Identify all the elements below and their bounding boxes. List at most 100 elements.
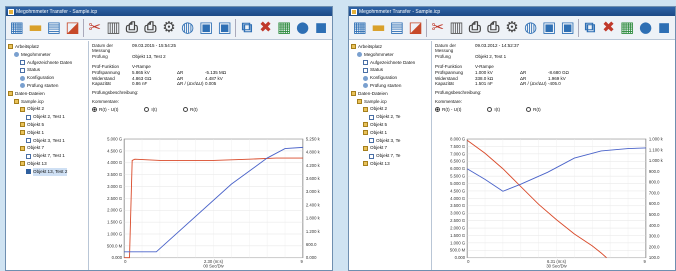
- y-left-tick-label: 2.000 G: [450, 225, 465, 230]
- title-bar[interactable]: Megohmmeter Transfer - Sample.icp: [6, 7, 332, 16]
- scissors-icon[interactable]: ✂: [430, 18, 446, 37]
- excel-icon[interactable]: ▦: [276, 18, 292, 37]
- tree-item[interactable]: Megohmmeter: [8, 51, 86, 59]
- folder-icon[interactable]: ▬: [28, 18, 44, 37]
- tree-item[interactable]: Objekt 7, Test 1: [8, 152, 86, 160]
- title-bar[interactable]: Megohmmeter Transfer - Sample.icp: [349, 7, 675, 16]
- tree-item[interactable]: Aufgezeichnete Daten: [8, 59, 86, 67]
- view-radio-group: R(t) - U(t) I(t) R(t): [435, 106, 672, 112]
- tree-item[interactable]: Megohmmeter: [351, 51, 429, 59]
- info-icon[interactable]: ◼: [313, 18, 329, 37]
- y-left-tick-label: 5.000 G: [107, 137, 122, 141]
- tree-item[interactable]: Daten-Dateien: [351, 90, 429, 98]
- view-radio[interactable]: I(t): [144, 106, 157, 112]
- save-icon[interactable]: ▤: [389, 18, 405, 37]
- y-right-tick-label: 4.200 k: [306, 163, 321, 168]
- row-label: [177, 64, 205, 69]
- tree-item[interactable]: Objekt 2, Te: [351, 113, 429, 121]
- tree-item[interactable]: Prüfung starten: [351, 82, 429, 90]
- x-tick-label: 0: [124, 259, 127, 264]
- copy-icon[interactable]: ⧉: [582, 18, 598, 37]
- print-icon[interactable]: ⎙: [124, 18, 140, 37]
- print-preview-icon[interactable]: ⎙: [486, 18, 502, 37]
- tree-item[interactable]: Objekt 7, Te: [351, 152, 429, 160]
- document-icon: [26, 169, 31, 175]
- tree-item[interactable]: Arbeitsplatz: [8, 43, 86, 51]
- row-label: Prüf-Funktion: [435, 63, 463, 69]
- delete-icon[interactable]: ✖: [601, 18, 617, 37]
- row-value: -5.135 MΩ: [205, 69, 227, 75]
- view-radio[interactable]: I(t): [487, 106, 500, 112]
- y-right-tick-label: 800.0: [649, 180, 660, 185]
- tree-item-label: Objekt 2: [370, 106, 388, 112]
- tree-item[interactable]: Objekt 13, Test 2: [8, 167, 86, 176]
- excel-icon[interactable]: ▦: [619, 18, 635, 37]
- tree-item[interactable]: Objekt 3, Te: [351, 137, 429, 145]
- tree-item-label: Daten-Dateien: [358, 90, 388, 96]
- window-right: Megohmmeter Transfer - Sample.icp ▦ ▬ ▤ …: [348, 6, 676, 271]
- tree-item-label: Status: [370, 67, 384, 73]
- print-setup-icon[interactable]: ⚙: [504, 18, 520, 37]
- save-icon[interactable]: ▤: [46, 18, 62, 37]
- tree-item[interactable]: Objekt 2: [351, 105, 429, 113]
- meter-icon[interactable]: ◍: [180, 18, 196, 37]
- copy-icon[interactable]: ⧉: [239, 18, 255, 37]
- tree-item[interactable]: Objekt 7: [351, 144, 429, 152]
- row-label: ΔR: [520, 69, 527, 75]
- view-radio[interactable]: R(t): [183, 106, 198, 112]
- y-left-tick-label: 3.500 G: [450, 203, 465, 208]
- globe-icon[interactable]: ●: [295, 18, 311, 37]
- tree-item[interactable]: Objekt 13: [351, 160, 429, 168]
- tree-item[interactable]: Status: [8, 66, 86, 74]
- tree-item[interactable]: Konfiguration: [8, 74, 86, 82]
- trash-icon[interactable]: ▥: [449, 18, 465, 37]
- tree-item[interactable]: Objekt 3, Test 1: [8, 137, 86, 145]
- open-icon[interactable]: ▦: [352, 18, 368, 37]
- radio-dot: [183, 106, 189, 112]
- tree-item[interactable]: Arbeitsplatz: [351, 43, 429, 51]
- tree-item[interactable]: Objekt 13: [8, 160, 86, 168]
- tree-item[interactable]: Objekt 7: [8, 144, 86, 152]
- tree-item[interactable]: Objekt 1: [8, 129, 86, 137]
- y-left-tick-label: 500.0 M: [450, 248, 466, 253]
- info-icon[interactable]: ◼: [656, 18, 672, 37]
- scissors-icon[interactable]: ✂: [87, 18, 103, 37]
- comment-label: Kommentare:: [92, 98, 120, 104]
- view-radio[interactable]: R(t): [526, 106, 541, 112]
- tree-item-label: Objekt 7, Te: [376, 153, 401, 159]
- export-icon[interactable]: ◪: [65, 18, 81, 37]
- report-icon[interactable]: ▣: [541, 18, 557, 37]
- tree-item[interactable]: Aufgezeichnete Daten: [351, 59, 429, 67]
- tree-item[interactable]: Objekt 1: [351, 129, 429, 137]
- tree-item[interactable]: Objekt 2: [8, 105, 86, 113]
- print-setup-icon[interactable]: ⚙: [161, 18, 177, 37]
- tree-item-label: Status: [27, 67, 41, 73]
- print-preview-icon[interactable]: ⎙: [143, 18, 159, 37]
- tree-item[interactable]: Sample.icp: [351, 98, 429, 106]
- row-value: 1.969 kV: [548, 75, 566, 81]
- settings-icon[interactable]: ▣: [217, 18, 233, 37]
- tree-item[interactable]: Objekt 5: [351, 121, 429, 129]
- tree-item[interactable]: Objekt 5: [8, 121, 86, 129]
- settings-icon[interactable]: ▣: [560, 18, 576, 37]
- tree-item-label: Objekt 7: [27, 145, 45, 151]
- tree-item[interactable]: Objekt 2, Test 1: [8, 113, 86, 121]
- globe-icon[interactable]: ●: [638, 18, 654, 37]
- trash-icon[interactable]: ▥: [106, 18, 122, 37]
- meter-icon[interactable]: ◍: [523, 18, 539, 37]
- export-icon[interactable]: ◪: [408, 18, 424, 37]
- view-radio[interactable]: R(t) - U(t): [435, 106, 461, 112]
- open-icon[interactable]: ▦: [9, 18, 25, 37]
- tree-item[interactable]: Sample.icp: [8, 98, 86, 106]
- delete-icon[interactable]: ✖: [258, 18, 274, 37]
- tree-item[interactable]: Prüfung starten: [8, 82, 86, 90]
- print-icon[interactable]: ⎙: [467, 18, 483, 37]
- tree-item[interactable]: Daten-Dateien: [8, 90, 86, 98]
- report-icon[interactable]: ▣: [198, 18, 214, 37]
- folder-icon[interactable]: ▬: [371, 18, 387, 37]
- row-label: ΔR: [520, 75, 527, 81]
- tree-item[interactable]: Status: [351, 66, 429, 74]
- tree-item[interactable]: Konfiguration: [351, 74, 429, 82]
- document-icon: [26, 137, 31, 143]
- view-radio[interactable]: R(t) - U(t): [92, 106, 118, 112]
